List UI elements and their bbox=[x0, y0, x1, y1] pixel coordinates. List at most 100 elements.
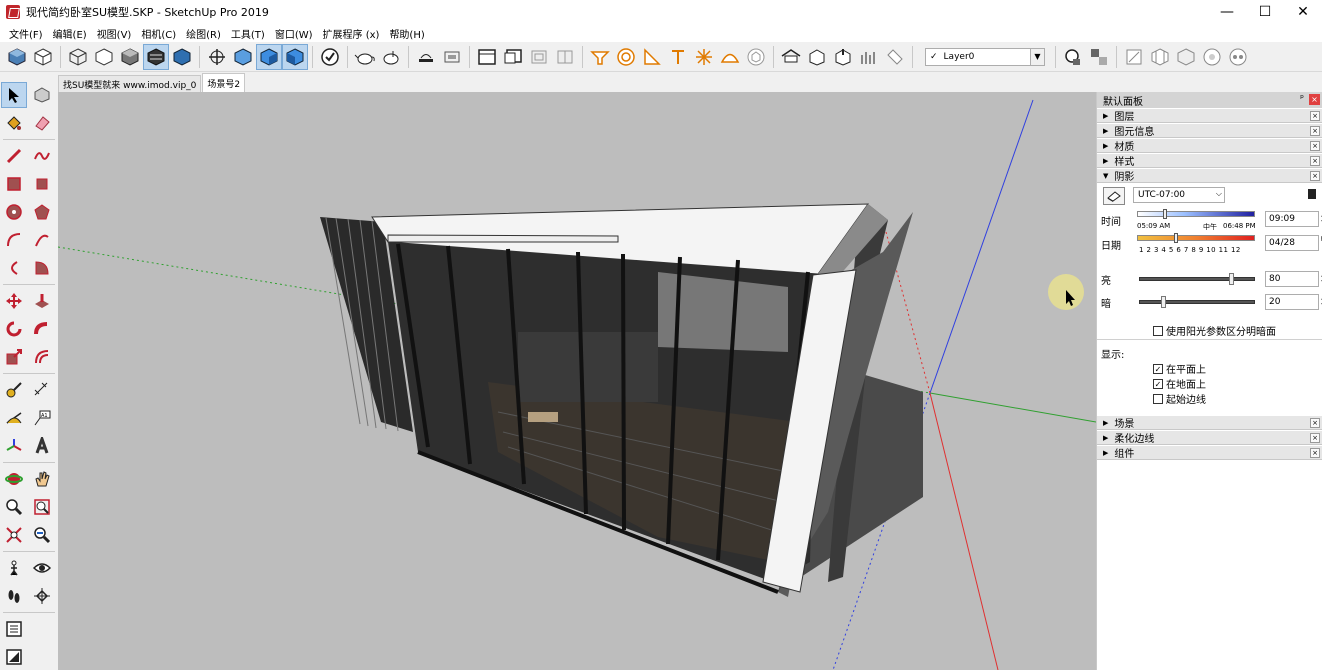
monochrome-icon[interactable] bbox=[169, 44, 195, 70]
make-component-icon[interactable] bbox=[29, 82, 55, 108]
shadow-toggle-icon[interactable] bbox=[1103, 187, 1125, 205]
menu-extensions[interactable]: 扩展程序 (x) bbox=[318, 26, 385, 41]
move-icon[interactable] bbox=[1, 288, 27, 314]
circle-pattern-icon[interactable] bbox=[1199, 44, 1225, 70]
follow-me-icon[interactable] bbox=[29, 316, 55, 342]
date-slider[interactable] bbox=[1137, 233, 1255, 243]
pin-icon[interactable]: ᵖ bbox=[1300, 94, 1304, 104]
tray-soften-edges[interactable]: ▶ 柔化边线 × bbox=[1097, 430, 1322, 445]
on-ground-checkbox[interactable]: ✓ 在地面上 bbox=[1153, 376, 1206, 391]
extension-warehouse-icon[interactable] bbox=[856, 44, 882, 70]
tape-measure-icon[interactable] bbox=[1, 377, 27, 403]
ruby-console-icon[interactable] bbox=[1, 644, 27, 670]
checkbox-box[interactable] bbox=[1153, 393, 1163, 404]
minimize-button[interactable]: — bbox=[1208, 0, 1246, 24]
section-cut-icon[interactable] bbox=[526, 44, 552, 70]
two-point-arc-icon[interactable] bbox=[29, 227, 55, 253]
rotated-rectangle-icon[interactable] bbox=[29, 171, 55, 197]
dimension-icon[interactable] bbox=[29, 377, 55, 403]
protractor-icon[interactable] bbox=[1, 405, 27, 431]
eraser-icon[interactable] bbox=[29, 110, 55, 136]
dome-icon[interactable] bbox=[717, 44, 743, 70]
layer-select[interactable]: ✓ Layer0 ▼ bbox=[925, 47, 1045, 66]
pan-hand-icon[interactable] bbox=[29, 466, 55, 492]
tray-styles[interactable]: ▶ 样式 × bbox=[1097, 153, 1322, 168]
axes-icon[interactable] bbox=[1, 433, 27, 459]
on-faces-checkbox[interactable]: ✓ 在平面上 bbox=[1153, 361, 1206, 376]
model-viewport[interactable] bbox=[58, 92, 1096, 670]
tray-scenes[interactable]: ▶ 场景 × bbox=[1097, 415, 1322, 430]
line-pencil-icon[interactable] bbox=[1, 143, 27, 169]
tray-shadows[interactable]: ▼ 阴影 × bbox=[1097, 168, 1322, 183]
hidden-line-icon[interactable] bbox=[91, 44, 117, 70]
box-front-icon[interactable] bbox=[256, 43, 282, 70]
position-camera-icon[interactable] bbox=[1, 555, 27, 581]
menu-edit[interactable]: 编辑(E) bbox=[48, 26, 92, 41]
ruler-diagonal-icon[interactable] bbox=[882, 44, 908, 70]
xray-icon[interactable] bbox=[30, 44, 56, 70]
arc-icon[interactable] bbox=[1, 227, 27, 253]
cube-pattern-icon[interactable] bbox=[1147, 44, 1173, 70]
check-icon[interactable] bbox=[317, 44, 343, 70]
checkbox-checked[interactable]: ✓ bbox=[1153, 378, 1163, 389]
text-icon[interactable]: A1 bbox=[29, 405, 55, 431]
tray-close-icon[interactable]: × bbox=[1310, 418, 1320, 428]
teapot-icon[interactable] bbox=[352, 44, 378, 70]
look-around-icon[interactable] bbox=[29, 555, 55, 581]
zoom-extents-icon[interactable] bbox=[1, 522, 27, 548]
triangle-ruler-icon[interactable] bbox=[639, 44, 665, 70]
light-slider[interactable] bbox=[1139, 277, 1255, 281]
sphere-outline-icon[interactable] bbox=[743, 44, 769, 70]
tray-close-icon[interactable]: × bbox=[1310, 141, 1320, 151]
scale-icon[interactable] bbox=[1, 344, 27, 370]
pin-icon[interactable] bbox=[665, 44, 691, 70]
dark-field[interactable]: 20▲▼ bbox=[1265, 294, 1322, 310]
orbit-icon[interactable] bbox=[204, 44, 230, 70]
zoom-icon[interactable] bbox=[1, 494, 27, 520]
light-field[interactable]: 80▲▼ bbox=[1265, 271, 1322, 287]
tray-entity-info[interactable]: ▶ 图元信息 × bbox=[1097, 123, 1322, 138]
use-sun-shading-checkbox[interactable]: 使用阳光参数区分明暗面 bbox=[1153, 323, 1276, 338]
section-fill-icon[interactable] bbox=[552, 44, 578, 70]
tab-scene-1[interactable]: 找SU模型就来 www.imod.vip_0 bbox=[58, 75, 202, 92]
rotate-icon[interactable] bbox=[1, 316, 27, 342]
circle-dots-icon[interactable] bbox=[1225, 44, 1251, 70]
box-blue-icon[interactable] bbox=[230, 44, 256, 70]
tray-materials[interactable]: ▶ 材质 × bbox=[1097, 138, 1322, 153]
checkbox-box[interactable] bbox=[1153, 325, 1163, 336]
view-iso-icon[interactable] bbox=[4, 44, 30, 70]
stamp-icon[interactable] bbox=[439, 44, 465, 70]
section-plane-icon[interactable] bbox=[500, 44, 526, 70]
maximize-button[interactable]: ☐ bbox=[1246, 0, 1284, 24]
tab-scene-2[interactable]: 场景号2 bbox=[202, 73, 246, 92]
shaded-icon[interactable] bbox=[117, 44, 143, 70]
previous-view-icon[interactable] bbox=[29, 522, 55, 548]
paint-bucket-icon[interactable] bbox=[1, 110, 27, 136]
tray-close-icon[interactable]: × bbox=[1310, 111, 1320, 121]
freehand-icon[interactable] bbox=[29, 143, 55, 169]
box-right-icon[interactable] bbox=[282, 43, 308, 70]
tray-close-icon[interactable]: × bbox=[1310, 156, 1320, 166]
light-slider-thumb[interactable] bbox=[1228, 273, 1234, 285]
menu-file[interactable]: 文件(F) bbox=[4, 26, 48, 41]
select-arrow-icon[interactable] bbox=[1, 82, 27, 108]
offset-icon[interactable] bbox=[29, 344, 55, 370]
date-slider-thumb[interactable] bbox=[1174, 233, 1179, 243]
three-point-arc-icon[interactable] bbox=[1, 255, 27, 281]
menu-tools[interactable]: 工具(T) bbox=[226, 26, 270, 41]
dark-slider[interactable] bbox=[1139, 300, 1255, 304]
walk-footprints-icon[interactable] bbox=[1, 583, 27, 609]
cube-grid-icon[interactable] bbox=[1173, 44, 1199, 70]
from-edges-checkbox[interactable]: 起始边线 bbox=[1153, 391, 1206, 406]
polygon-icon[interactable] bbox=[29, 199, 55, 225]
close-button[interactable]: ✕ bbox=[1284, 0, 1322, 24]
menu-camera[interactable]: 相机(C) bbox=[136, 26, 181, 41]
3d-text-icon[interactable] bbox=[29, 433, 55, 459]
timezone-select[interactable]: UTC-07:00 ⌵ bbox=[1133, 187, 1225, 203]
sun-burst-icon[interactable] bbox=[691, 44, 717, 70]
warehouse-icon[interactable] bbox=[778, 44, 804, 70]
rectangle-icon[interactable] bbox=[1, 171, 27, 197]
tray-close-icon[interactable]: × bbox=[1310, 433, 1320, 443]
edit-style-icon[interactable] bbox=[1121, 44, 1147, 70]
tray-close-icon[interactable]: × bbox=[1310, 126, 1320, 136]
